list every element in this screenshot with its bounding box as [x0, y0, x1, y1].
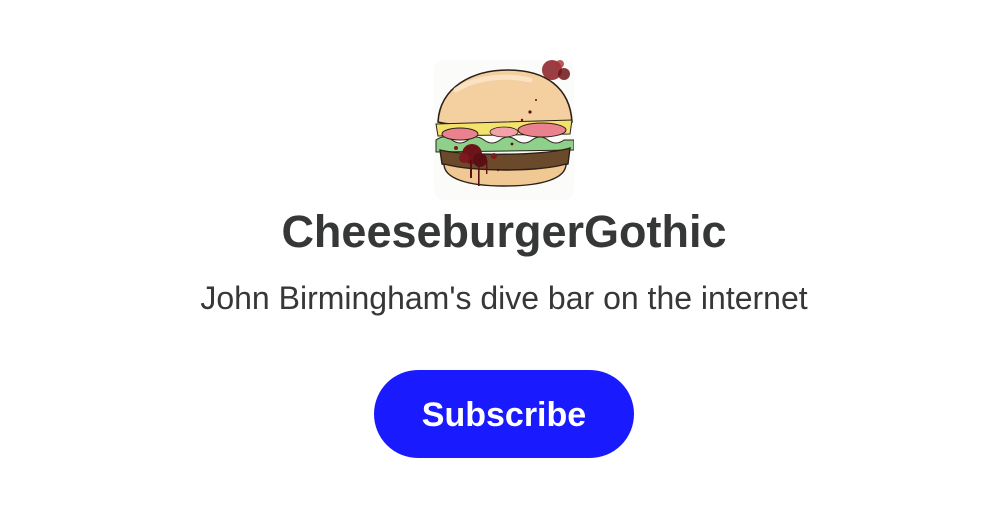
publication-page: CheeseburgerGothic John Birmingham's div…	[0, 0, 1008, 528]
cheeseburger-logo-icon	[434, 60, 574, 200]
publication-tagline: John Birmingham's dive bar on the intern…	[200, 280, 808, 316]
subscribe-button[interactable]: Subscribe	[374, 370, 634, 458]
publication-title: CheeseburgerGothic	[281, 206, 727, 257]
